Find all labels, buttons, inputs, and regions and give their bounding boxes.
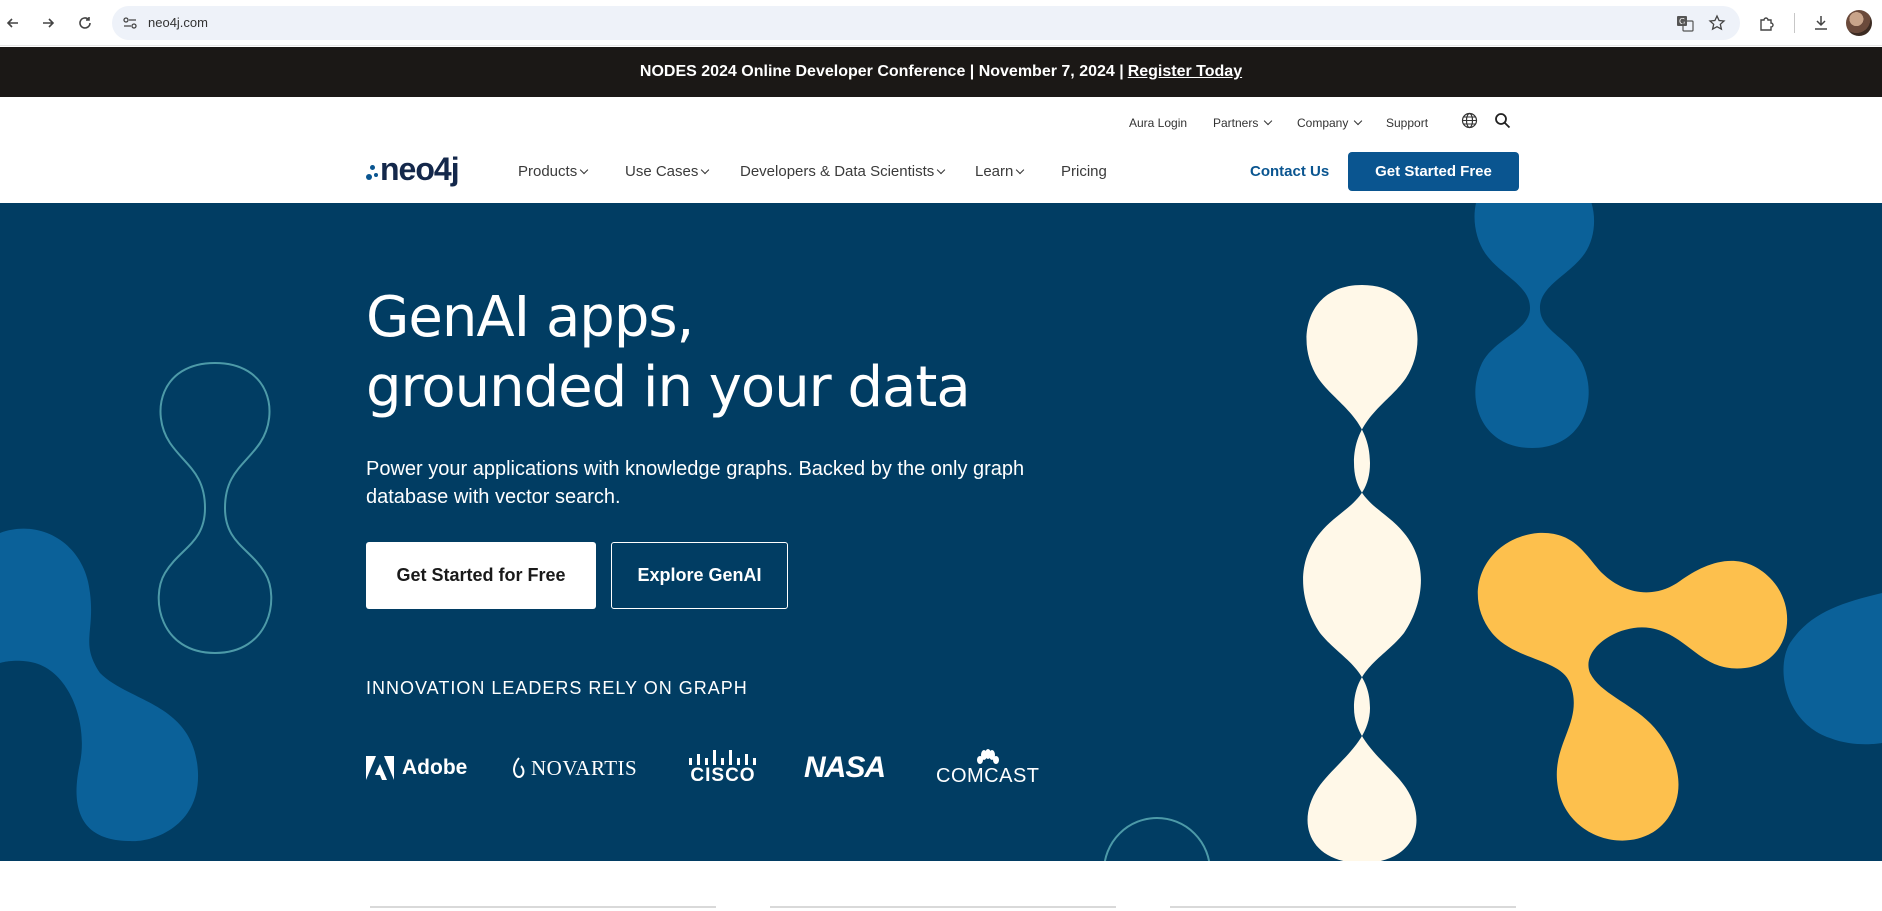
chevron-down-icon [937,165,946,174]
explore-genai-button[interactable]: Explore GenAI [611,542,788,609]
address-bar[interactable]: neo4j.com G [112,6,1740,40]
novartis-logo: NOVARTIS [511,743,637,793]
get-started-for-free-button[interactable]: Get Started for Free [366,542,596,609]
adobe-logo: Adobe [366,743,467,793]
partners-label: Partners [1213,116,1259,130]
nav-learn[interactable]: Learn [975,163,1025,180]
nav-pricing-label: Pricing [1061,163,1107,180]
extensions-icon[interactable] [1754,10,1780,36]
nasa-logo: NASA [804,743,886,793]
novartis-flame-icon [513,757,525,778]
nav-use-cases[interactable]: Use Cases [625,163,710,180]
reload-icon[interactable] [72,10,98,36]
leaders-heading: INNOVATION LEADERS RELY ON GRAPH [366,678,748,698]
announcement-bar: NODES 2024 Online Developer Conference |… [0,47,1882,97]
neo4j-logo[interactable]: neo4j [366,150,460,187]
hero-section: GenAI apps, grounded in your data Power … [0,203,1882,861]
chevron-down-icon [1354,116,1363,126]
profile-avatar[interactable] [1846,10,1872,36]
adobe-mark-icon [366,756,394,780]
aura-login-label: Aura Login [1129,116,1188,130]
nasa-wordmark: NASA [804,751,886,784]
novartis-wordmark: NOVARTIS [531,755,638,780]
url-text[interactable]: neo4j.com [148,15,208,30]
right-edge-blue-shape [1783,593,1882,745]
card-top-edge [770,906,1116,908]
announcement-text: NODES 2024 Online Developer Conference |… [639,63,1124,80]
nav-pricing[interactable]: Pricing [1061,163,1107,180]
yellow-node-shape [1477,532,1788,841]
browser-toolbar: neo4j.com G [0,0,1882,46]
logo-wordmark: neo4j [380,150,460,187]
top-right-blue-shape [1474,203,1595,448]
star-icon[interactable] [1708,14,1726,32]
partners-menu[interactable]: Partners [1213,115,1273,131]
adobe-wordmark: Adobe [402,756,468,779]
support-label: Support [1386,116,1429,130]
company-menu[interactable]: Company [1297,115,1363,131]
back-icon[interactable] [0,10,26,36]
download-icon[interactable] [1808,10,1834,36]
chevron-down-icon [579,165,589,174]
hero-subtitle: Power your applications with knowledge g… [366,458,1025,508]
site-header: Aura Login Partners Company Support neo4… [0,97,1882,203]
cisco-logo: CISCO [688,743,758,793]
site-info-icon[interactable] [122,15,138,31]
left-blob-shape [0,528,199,842]
cream-chain-shape [1303,285,1421,861]
chevron-down-icon [1016,165,1025,174]
globe-icon[interactable] [1461,112,1478,129]
toolbar-divider [1794,13,1795,33]
hero-title-line-2: grounded in your data [366,355,971,420]
comcast-peacock-icon [976,748,999,764]
nav-use-cases-label: Use Cases [625,163,699,180]
chevron-down-icon [701,165,710,174]
hero-title: GenAI apps, grounded in your data [366,283,971,423]
support-link[interactable]: Support [1386,115,1428,131]
translate-icon[interactable]: G [1676,14,1694,32]
hero-title-line-1: GenAI apps, [366,285,694,350]
comcast-logo: COMCAST [936,743,1040,793]
nav-learn-label: Learn [975,163,1014,180]
nav-developers-label: Developers & Data Scientists [740,163,935,180]
aura-login-link[interactable]: Aura Login [1129,115,1187,131]
cisco-wordmark: CISCO [690,765,756,786]
nav-products-label: Products [518,163,578,180]
company-label: Company [1297,116,1349,130]
card-top-edge [370,906,716,908]
nav-developers[interactable]: Developers & Data Scientists [740,163,946,180]
card-top-edge [1170,906,1516,908]
bottom-outline-circle [1103,817,1211,861]
chevron-down-icon [1264,116,1273,126]
register-today-link[interactable]: Register Today [1128,63,1242,81]
forward-icon[interactable] [35,10,61,36]
left-outline-shape [157,361,273,655]
search-icon[interactable] [1494,112,1511,129]
nav-products[interactable]: Products [518,163,589,180]
logo-nodes-icon [366,151,380,187]
comcast-wordmark: COMCAST [936,764,1040,787]
get-started-free-button[interactable]: Get Started Free [1348,152,1519,191]
contact-us-link[interactable]: Contact Us [1250,163,1329,180]
